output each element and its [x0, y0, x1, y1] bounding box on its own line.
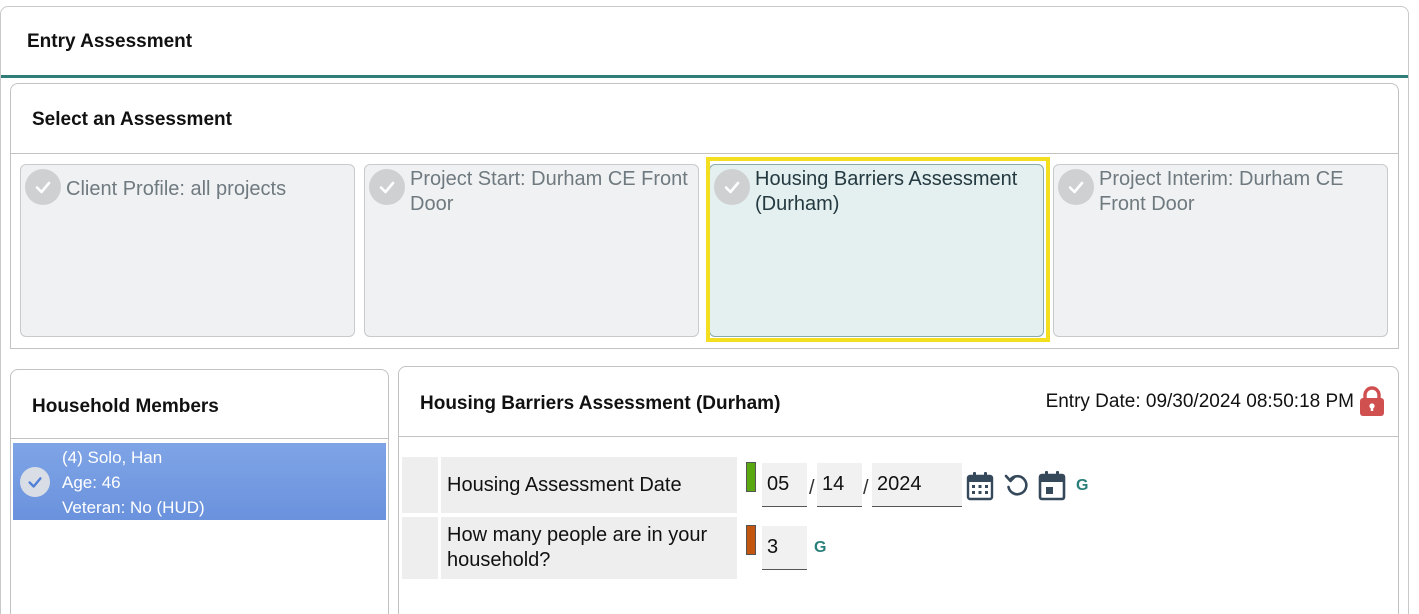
select-assessment-header: Select an Assessment — [11, 84, 1398, 154]
assessment-card-project-interim[interactable]: Project Interim: Durham CE Front Door — [1053, 164, 1388, 337]
required-indicator — [746, 525, 756, 555]
assessment-card-label: Project Interim: Durham CE Front Door — [1099, 168, 1344, 215]
household-members-panel: Household Members (4) Solo, Han Age: 46 … — [10, 369, 389, 614]
select-assessment-title: Select an Assessment — [32, 109, 232, 130]
g-link[interactable]: G — [1076, 477, 1088, 495]
required-indicator — [746, 462, 756, 492]
question-gutter — [402, 517, 438, 579]
household-size-field[interactable]: 3 — [762, 526, 807, 570]
calendar-picker-icon[interactable] — [966, 471, 994, 501]
assessment-card-project-start[interactable]: Project Start: Durham CE Front Door — [364, 164, 699, 337]
today-calendar-icon[interactable] — [1038, 470, 1066, 501]
question-label-assessment-date: Housing Assessment Date — [441, 457, 737, 513]
question-label-household-size: How many people are in your household? — [441, 517, 737, 579]
date-separator: / — [809, 477, 815, 499]
date-separator: / — [863, 477, 869, 499]
check-icon — [1058, 169, 1094, 205]
check-icon — [369, 169, 405, 205]
check-icon — [20, 467, 50, 497]
assessment-card-housing-barriers[interactable]: Housing Barriers Assessment (Durham) — [709, 164, 1044, 337]
question-gutter — [402, 457, 438, 513]
check-icon — [714, 169, 750, 205]
assessment-title: Housing Barriers Assessment (Durham) — [420, 393, 781, 414]
assessment-form-header: Housing Barriers Assessment (Durham) Ent… — [399, 367, 1398, 437]
assessment-card-client-profile[interactable]: Client Profile: all projects — [20, 164, 355, 337]
member-name: (4) Solo, Han — [62, 448, 163, 467]
page-title: Entry Assessment — [27, 31, 193, 52]
household-member-item[interactable]: (4) Solo, Han Age: 46 Veteran: No (HUD) — [13, 443, 386, 520]
entry-date: Entry Date: 09/30/2024 08:50:18 PM — [1045, 391, 1354, 412]
reset-icon[interactable] — [1004, 472, 1030, 498]
lock-icon[interactable] — [1358, 385, 1386, 417]
assessment-card-label: Client Profile: all projects — [66, 178, 287, 200]
member-veteran-status: Veteran: No (HUD) — [62, 498, 205, 517]
month-field[interactable]: 05 — [762, 463, 807, 507]
entry-assessment-header: Entry Assessment — [1, 7, 1408, 78]
assessment-card-label: Housing Barriers Assessment (Durham) — [755, 168, 1018, 215]
assessment-card-label: Project Start: Durham CE Front Door — [410, 168, 688, 215]
g-link[interactable]: G — [814, 539, 826, 557]
household-members-title: Household Members — [32, 396, 219, 417]
day-field[interactable]: 14 — [817, 463, 862, 507]
household-members-header: Household Members — [11, 370, 388, 439]
assessment-form-panel: Housing Barriers Assessment (Durham) Ent… — [398, 366, 1399, 614]
year-field[interactable]: 2024 — [872, 463, 962, 507]
check-icon — [25, 169, 61, 205]
member-age: Age: 46 — [62, 473, 121, 492]
select-assessment-panel: Select an Assessment Client Profile: all… — [10, 83, 1399, 349]
